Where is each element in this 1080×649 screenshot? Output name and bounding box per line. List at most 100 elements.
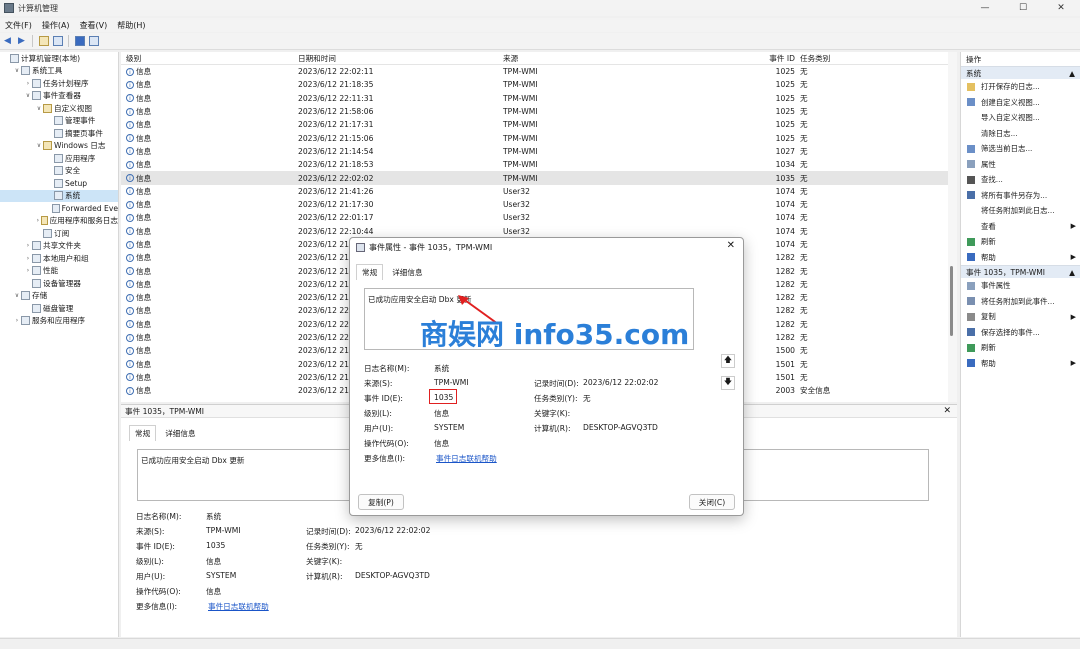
expand-chevron-icon[interactable]: ∨ <box>35 105 43 112</box>
expand-chevron-icon[interactable]: ∨ <box>35 142 43 149</box>
cell-level: i 信息 <box>121 93 298 104</box>
close-detail-icon[interactable]: ✕ <box>943 406 951 416</box>
table-row[interactable]: i 信息 2023/6/12 21:18:53 TPM-WMI 1034 无 <box>121 158 957 171</box>
close-window-button[interactable]: ✕ <box>1042 0 1080 16</box>
actions-section-event[interactable]: 事件 1035，TPM-WMI ▲ <box>961 265 1080 278</box>
tree-item[interactable]: 磁盘管理 <box>0 302 118 315</box>
help-icon[interactable] <box>74 36 85 47</box>
tree-item[interactable]: 订阅 <box>0 227 118 240</box>
tree-item[interactable]: 摘要页事件 <box>0 127 118 140</box>
tree-item[interactable]: 设备管理器 <box>0 277 118 290</box>
maximize-button[interactable]: ☐ <box>1004 0 1042 16</box>
column-source[interactable]: 来源 <box>503 53 765 64</box>
menu-help[interactable]: 帮助(H) <box>112 20 150 31</box>
action-item[interactable]: 事件属性 <box>961 278 1080 294</box>
table-row[interactable]: i 信息 2023/6/12 22:11:31 TPM-WMI 1025 无 <box>121 92 957 105</box>
action-item[interactable]: 打开保存的日志... <box>961 79 1080 95</box>
tree-item[interactable]: 计算机管理(本地) <box>0 52 118 65</box>
back-arrow-icon[interactable]: ◀ <box>2 36 13 47</box>
table-row[interactable]: i 信息 2023/6/12 21:14:54 TPM-WMI 1027 无 <box>121 145 957 158</box>
table-row[interactable]: i 信息 2023/6/12 21:18:35 TPM-WMI 1025 无 <box>121 78 957 91</box>
table-row[interactable]: i 信息 2023/6/12 21:58:06 TPM-WMI 1025 无 <box>121 105 957 118</box>
action-item[interactable]: 清除日志... <box>961 126 1080 142</box>
tree-item[interactable]: › 性能 <box>0 265 118 278</box>
show-hide-tree-icon[interactable] <box>52 36 63 47</box>
next-event-button[interactable]: 🡇 <box>721 376 735 390</box>
action-item[interactable]: 导入自定义视图... <box>961 110 1080 126</box>
tree-item[interactable]: › 任务计划程序 <box>0 77 118 90</box>
collapse-up-icon[interactable]: ▲ <box>1069 268 1075 277</box>
actions-section-system[interactable]: 系统 ▲ <box>961 66 1080 79</box>
show-hide-action-pane-icon[interactable] <box>88 36 99 47</box>
tree-item[interactable]: 系统 <box>0 189 118 202</box>
tree-item[interactable]: 管理事件 <box>0 115 118 128</box>
action-item[interactable]: 筛选当前日志... <box>961 141 1080 157</box>
more-info-link[interactable]: 事件日志联机帮助 <box>208 601 269 612</box>
expand-chevron-icon[interactable]: › <box>24 267 32 274</box>
expand-chevron-icon[interactable]: ∨ <box>24 92 32 99</box>
column-task-category[interactable]: 任务类别 <box>795 53 935 64</box>
column-event-id[interactable]: 事件 ID <box>765 53 795 64</box>
action-item[interactable]: 将所有事件另存为... <box>961 188 1080 204</box>
table-row[interactable]: i 信息 2023/6/12 21:17:31 TPM-WMI 1025 无 <box>121 118 957 131</box>
action-item[interactable]: 将任务附加到此事件... <box>961 294 1080 310</box>
tab-general[interactable]: 常规 <box>129 425 157 441</box>
tree-item[interactable]: 安全 <box>0 165 118 178</box>
expand-chevron-icon[interactable]: › <box>24 255 32 262</box>
expand-chevron-icon[interactable]: ∨ <box>13 292 21 299</box>
action-item[interactable]: 属性 <box>961 157 1080 173</box>
tree-item[interactable]: Setup <box>0 177 118 190</box>
collapse-up-icon[interactable]: ▲ <box>1069 69 1075 78</box>
tree-item[interactable]: ∨ Windows 日志 <box>0 140 118 153</box>
table-row[interactable]: i 信息 2023/6/12 22:01:17 User32 1074 无 <box>121 211 957 224</box>
action-item[interactable]: 帮助 ▶ <box>961 250 1080 266</box>
menu-view[interactable]: 查看(V) <box>75 20 113 31</box>
action-item[interactable]: 刷新 <box>961 340 1080 356</box>
column-datetime[interactable]: 日期和时间 <box>298 53 503 64</box>
close-button[interactable]: 关闭(C) <box>689 494 735 510</box>
tree-item[interactable]: › 应用程序和服务日志 <box>0 215 118 228</box>
action-item[interactable]: 查找... <box>961 172 1080 188</box>
dialog-more-info-link[interactable]: 事件日志联机帮助 <box>436 453 497 464</box>
table-row[interactable]: i 信息 2023/6/12 22:02:11 TPM-WMI 1025 无 <box>121 65 957 78</box>
tab-details[interactable]: 详细信息 <box>160 426 200 441</box>
table-row[interactable]: i 信息 2023/6/12 21:15:06 TPM-WMI 1025 无 <box>121 131 957 144</box>
tree-item[interactable]: › 共享文件夹 <box>0 240 118 253</box>
previous-event-button[interactable]: 🡅 <box>721 354 735 368</box>
action-item[interactable]: 帮助 ▶ <box>961 356 1080 372</box>
tree-item[interactable]: › 服务和应用程序 <box>0 315 118 328</box>
tree-item[interactable]: ∨ 事件查看器 <box>0 90 118 103</box>
action-item[interactable]: 创建自定义视图... <box>961 95 1080 111</box>
tree-item[interactable]: › 本地用户和组 <box>0 252 118 265</box>
event-list-scrollbar[interactable] <box>948 52 957 402</box>
table-row[interactable]: i 信息 2023/6/12 22:02:02 TPM-WMI 1035 无 <box>121 171 957 185</box>
tree-item[interactable]: 应用程序 <box>0 152 118 165</box>
tree-item[interactable]: Forwarded Eve <box>0 202 118 215</box>
minimize-button[interactable]: — <box>966 0 1004 16</box>
action-item[interactable]: 查看 ▶ <box>961 219 1080 235</box>
action-item[interactable]: 复制 ▶ <box>961 309 1080 325</box>
tree-item[interactable]: ∨ 系统工具 <box>0 65 118 78</box>
table-row[interactable]: i 信息 2023/6/12 22:10:44 User32 1074 无 <box>121 225 957 238</box>
action-item[interactable]: 刷新 <box>961 234 1080 250</box>
expand-chevron-icon[interactable]: › <box>13 317 21 324</box>
table-row[interactable]: i 信息 2023/6/12 21:41:26 User32 1074 无 <box>121 185 957 198</box>
action-item[interactable]: 保存选择的事件... <box>961 325 1080 341</box>
dialog-tab-general[interactable]: 常规 <box>356 264 384 280</box>
table-row[interactable]: i 信息 2023/6/12 21:17:30 User32 1074 无 <box>121 198 957 211</box>
dialog-tab-details[interactable]: 详细信息 <box>387 265 427 280</box>
tree-item[interactable]: ∨ 自定义视图 <box>0 102 118 115</box>
menu-action[interactable]: 操作(A) <box>37 20 75 31</box>
action-item[interactable]: 将任务附加到此日志... <box>961 203 1080 219</box>
copy-button[interactable]: 复制(P) <box>358 494 404 510</box>
expand-chevron-icon[interactable]: › <box>24 242 32 249</box>
column-level[interactable]: 级别 <box>121 53 298 64</box>
forward-arrow-icon[interactable]: ▶ <box>16 36 27 47</box>
expand-chevron-icon[interactable]: › <box>24 80 32 87</box>
expand-chevron-icon[interactable]: ∨ <box>13 67 21 74</box>
dialog-close-icon[interactable]: ✕ <box>727 240 735 251</box>
tree-item[interactable]: ∨ 存储 <box>0 290 118 303</box>
scrollbar-thumb[interactable] <box>950 266 953 336</box>
up-folder-icon[interactable] <box>38 36 49 47</box>
menu-file[interactable]: 文件(F) <box>0 20 37 31</box>
